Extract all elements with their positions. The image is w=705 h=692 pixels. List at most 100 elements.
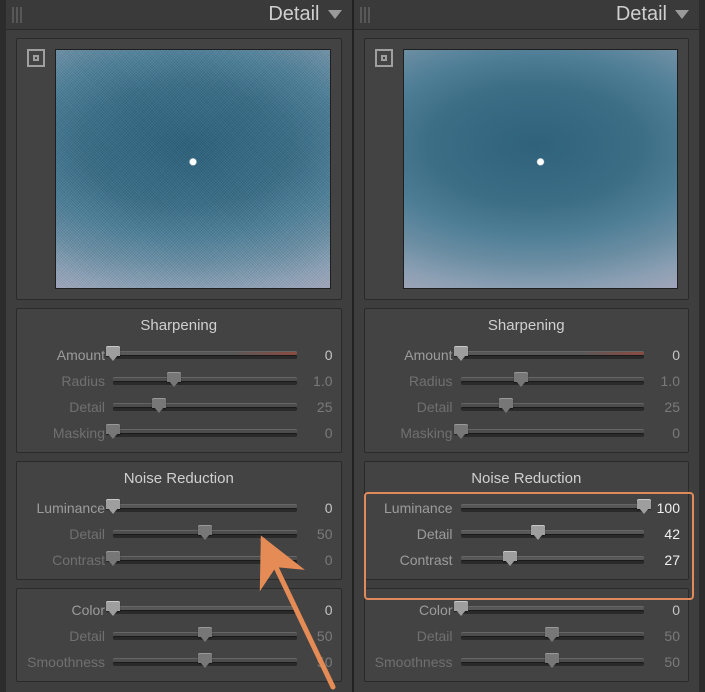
panel-grip-icon[interactable] bbox=[360, 7, 370, 23]
slider-thumb[interactable] bbox=[152, 398, 166, 414]
slider-label: Radius bbox=[373, 373, 461, 389]
detail-slider-row: Detail50 bbox=[25, 623, 333, 649]
slider-track[interactable] bbox=[461, 603, 645, 617]
slider-thumb[interactable] bbox=[106, 424, 120, 440]
slider-track[interactable] bbox=[113, 426, 297, 440]
slider-track[interactable] bbox=[461, 553, 645, 567]
slider-thumb[interactable] bbox=[503, 551, 517, 567]
preview-section bbox=[364, 38, 690, 300]
slider-label: Masking bbox=[25, 425, 113, 441]
section-title: Sharpening bbox=[373, 317, 681, 334]
slider-track[interactable] bbox=[461, 527, 645, 541]
preview-image[interactable] bbox=[55, 49, 331, 289]
slider-value[interactable]: 25 bbox=[297, 399, 333, 415]
slider-value[interactable]: 0 bbox=[644, 425, 680, 441]
slider-thumb[interactable] bbox=[106, 601, 120, 617]
slider-thumb[interactable] bbox=[454, 346, 468, 362]
panel-title: Detail bbox=[268, 3, 319, 26]
collapse-triangle-icon[interactable] bbox=[675, 10, 689, 19]
slider-track[interactable] bbox=[113, 629, 297, 643]
luminance-slider-row: Luminance0 bbox=[25, 495, 333, 521]
slider-track[interactable] bbox=[113, 603, 297, 617]
slider-track[interactable] bbox=[113, 527, 297, 541]
slider-track[interactable] bbox=[461, 655, 645, 669]
slider-track[interactable] bbox=[113, 655, 297, 669]
noise-reduction-section: Noise ReductionLuminance100Detail42Contr… bbox=[364, 461, 690, 580]
slider-label: Contrast bbox=[25, 552, 113, 568]
slider-value[interactable]: 1.0 bbox=[644, 373, 680, 389]
slider-value[interactable]: 1.0 bbox=[297, 373, 333, 389]
slider-track[interactable] bbox=[461, 629, 645, 643]
slider-value[interactable]: 0 bbox=[297, 500, 333, 516]
slider-value[interactable]: 27 bbox=[644, 552, 680, 568]
color-slider-row: Color0 bbox=[373, 597, 681, 623]
slider-value[interactable]: 25 bbox=[644, 399, 680, 415]
slider-label: Smoothness bbox=[373, 654, 461, 670]
slider-label: Radius bbox=[25, 373, 113, 389]
slider-track[interactable] bbox=[461, 501, 645, 515]
slider-thumb[interactable] bbox=[454, 424, 468, 440]
section-title: Noise Reduction bbox=[373, 470, 681, 487]
slider-track[interactable] bbox=[113, 348, 297, 362]
panel-title: Detail bbox=[616, 3, 667, 26]
slider-thumb[interactable] bbox=[106, 499, 120, 515]
detail-slider-row: Detail25 bbox=[25, 394, 333, 420]
sharpening-section: SharpeningAmount0Radius1.0Detail25Maskin… bbox=[16, 308, 342, 453]
slider-thumb[interactable] bbox=[637, 499, 651, 515]
panel-header[interactable]: Detail bbox=[354, 0, 700, 30]
slider-thumb[interactable] bbox=[106, 551, 120, 567]
slider-value[interactable]: 50 bbox=[644, 628, 680, 644]
slider-track[interactable] bbox=[461, 426, 645, 440]
slider-track[interactable] bbox=[113, 501, 297, 515]
detail-slider-row: Detail 50 bbox=[25, 521, 333, 547]
slider-value[interactable]: 0 bbox=[297, 602, 333, 618]
slider-value[interactable]: 0 bbox=[297, 552, 333, 568]
slider-track[interactable] bbox=[113, 553, 297, 567]
slider-value[interactable]: 0 bbox=[644, 602, 680, 618]
slider-thumb[interactable] bbox=[198, 525, 212, 541]
sharpening-section: SharpeningAmount0Radius1.0Detail25Maskin… bbox=[364, 308, 690, 453]
target-adjustment-icon[interactable] bbox=[27, 49, 45, 67]
slider-label: Detail bbox=[25, 526, 113, 542]
detail-panel: DetailSharpeningAmount0Radius1.0Detail25… bbox=[0, 0, 353, 692]
smoothness-slider-row: Smoothness 50 bbox=[373, 649, 681, 675]
slider-thumb[interactable] bbox=[531, 525, 545, 541]
slider-thumb[interactable] bbox=[198, 627, 212, 643]
contrast-slider-row: Contrast27 bbox=[373, 547, 681, 573]
amount-slider-row: Amount0 bbox=[25, 342, 333, 368]
slider-value[interactable]: 42 bbox=[644, 526, 680, 542]
slider-thumb[interactable] bbox=[167, 372, 181, 388]
noise-reduction-section: Noise ReductionLuminance0Detail50Contras… bbox=[16, 461, 342, 580]
slider-track[interactable] bbox=[461, 374, 645, 388]
slider-thumb[interactable] bbox=[545, 627, 559, 643]
preview-image[interactable] bbox=[403, 49, 679, 289]
slider-label: Detail bbox=[373, 628, 461, 644]
color-noise-section: Color0Detail50Smoothness50 bbox=[16, 588, 342, 682]
slider-value[interactable]: 0 bbox=[297, 347, 333, 363]
slider-value[interactable]: 0 bbox=[297, 425, 333, 441]
slider-label: Amount bbox=[373, 347, 461, 363]
slider-value[interactable]: 50 bbox=[644, 654, 680, 670]
slider-track[interactable] bbox=[113, 400, 297, 414]
slider-value[interactable]: 50 bbox=[297, 526, 333, 542]
slider-value[interactable]: 0 bbox=[644, 347, 680, 363]
detail-slider-row: Detail42 bbox=[373, 521, 681, 547]
slider-value[interactable]: 50 bbox=[297, 628, 333, 644]
panel-header[interactable]: Detail bbox=[6, 0, 352, 30]
slider-value[interactable]: 50 bbox=[297, 654, 333, 670]
slider-thumb[interactable] bbox=[454, 601, 468, 617]
slider-track[interactable] bbox=[461, 348, 645, 362]
slider-thumb[interactable] bbox=[545, 653, 559, 669]
slider-thumb[interactable] bbox=[198, 653, 212, 669]
panel-grip-icon[interactable] bbox=[12, 7, 22, 23]
radius-slider-row: Radius 1.0 bbox=[25, 368, 333, 394]
slider-label: Luminance bbox=[373, 500, 461, 516]
slider-thumb[interactable] bbox=[514, 372, 528, 388]
collapse-triangle-icon[interactable] bbox=[328, 10, 342, 19]
slider-thumb[interactable] bbox=[106, 346, 120, 362]
slider-track[interactable] bbox=[461, 400, 645, 414]
slider-track[interactable] bbox=[113, 374, 297, 388]
target-adjustment-icon[interactable] bbox=[375, 49, 393, 67]
radius-slider-row: Radius 1.0 bbox=[373, 368, 681, 394]
slider-thumb[interactable] bbox=[499, 398, 513, 414]
